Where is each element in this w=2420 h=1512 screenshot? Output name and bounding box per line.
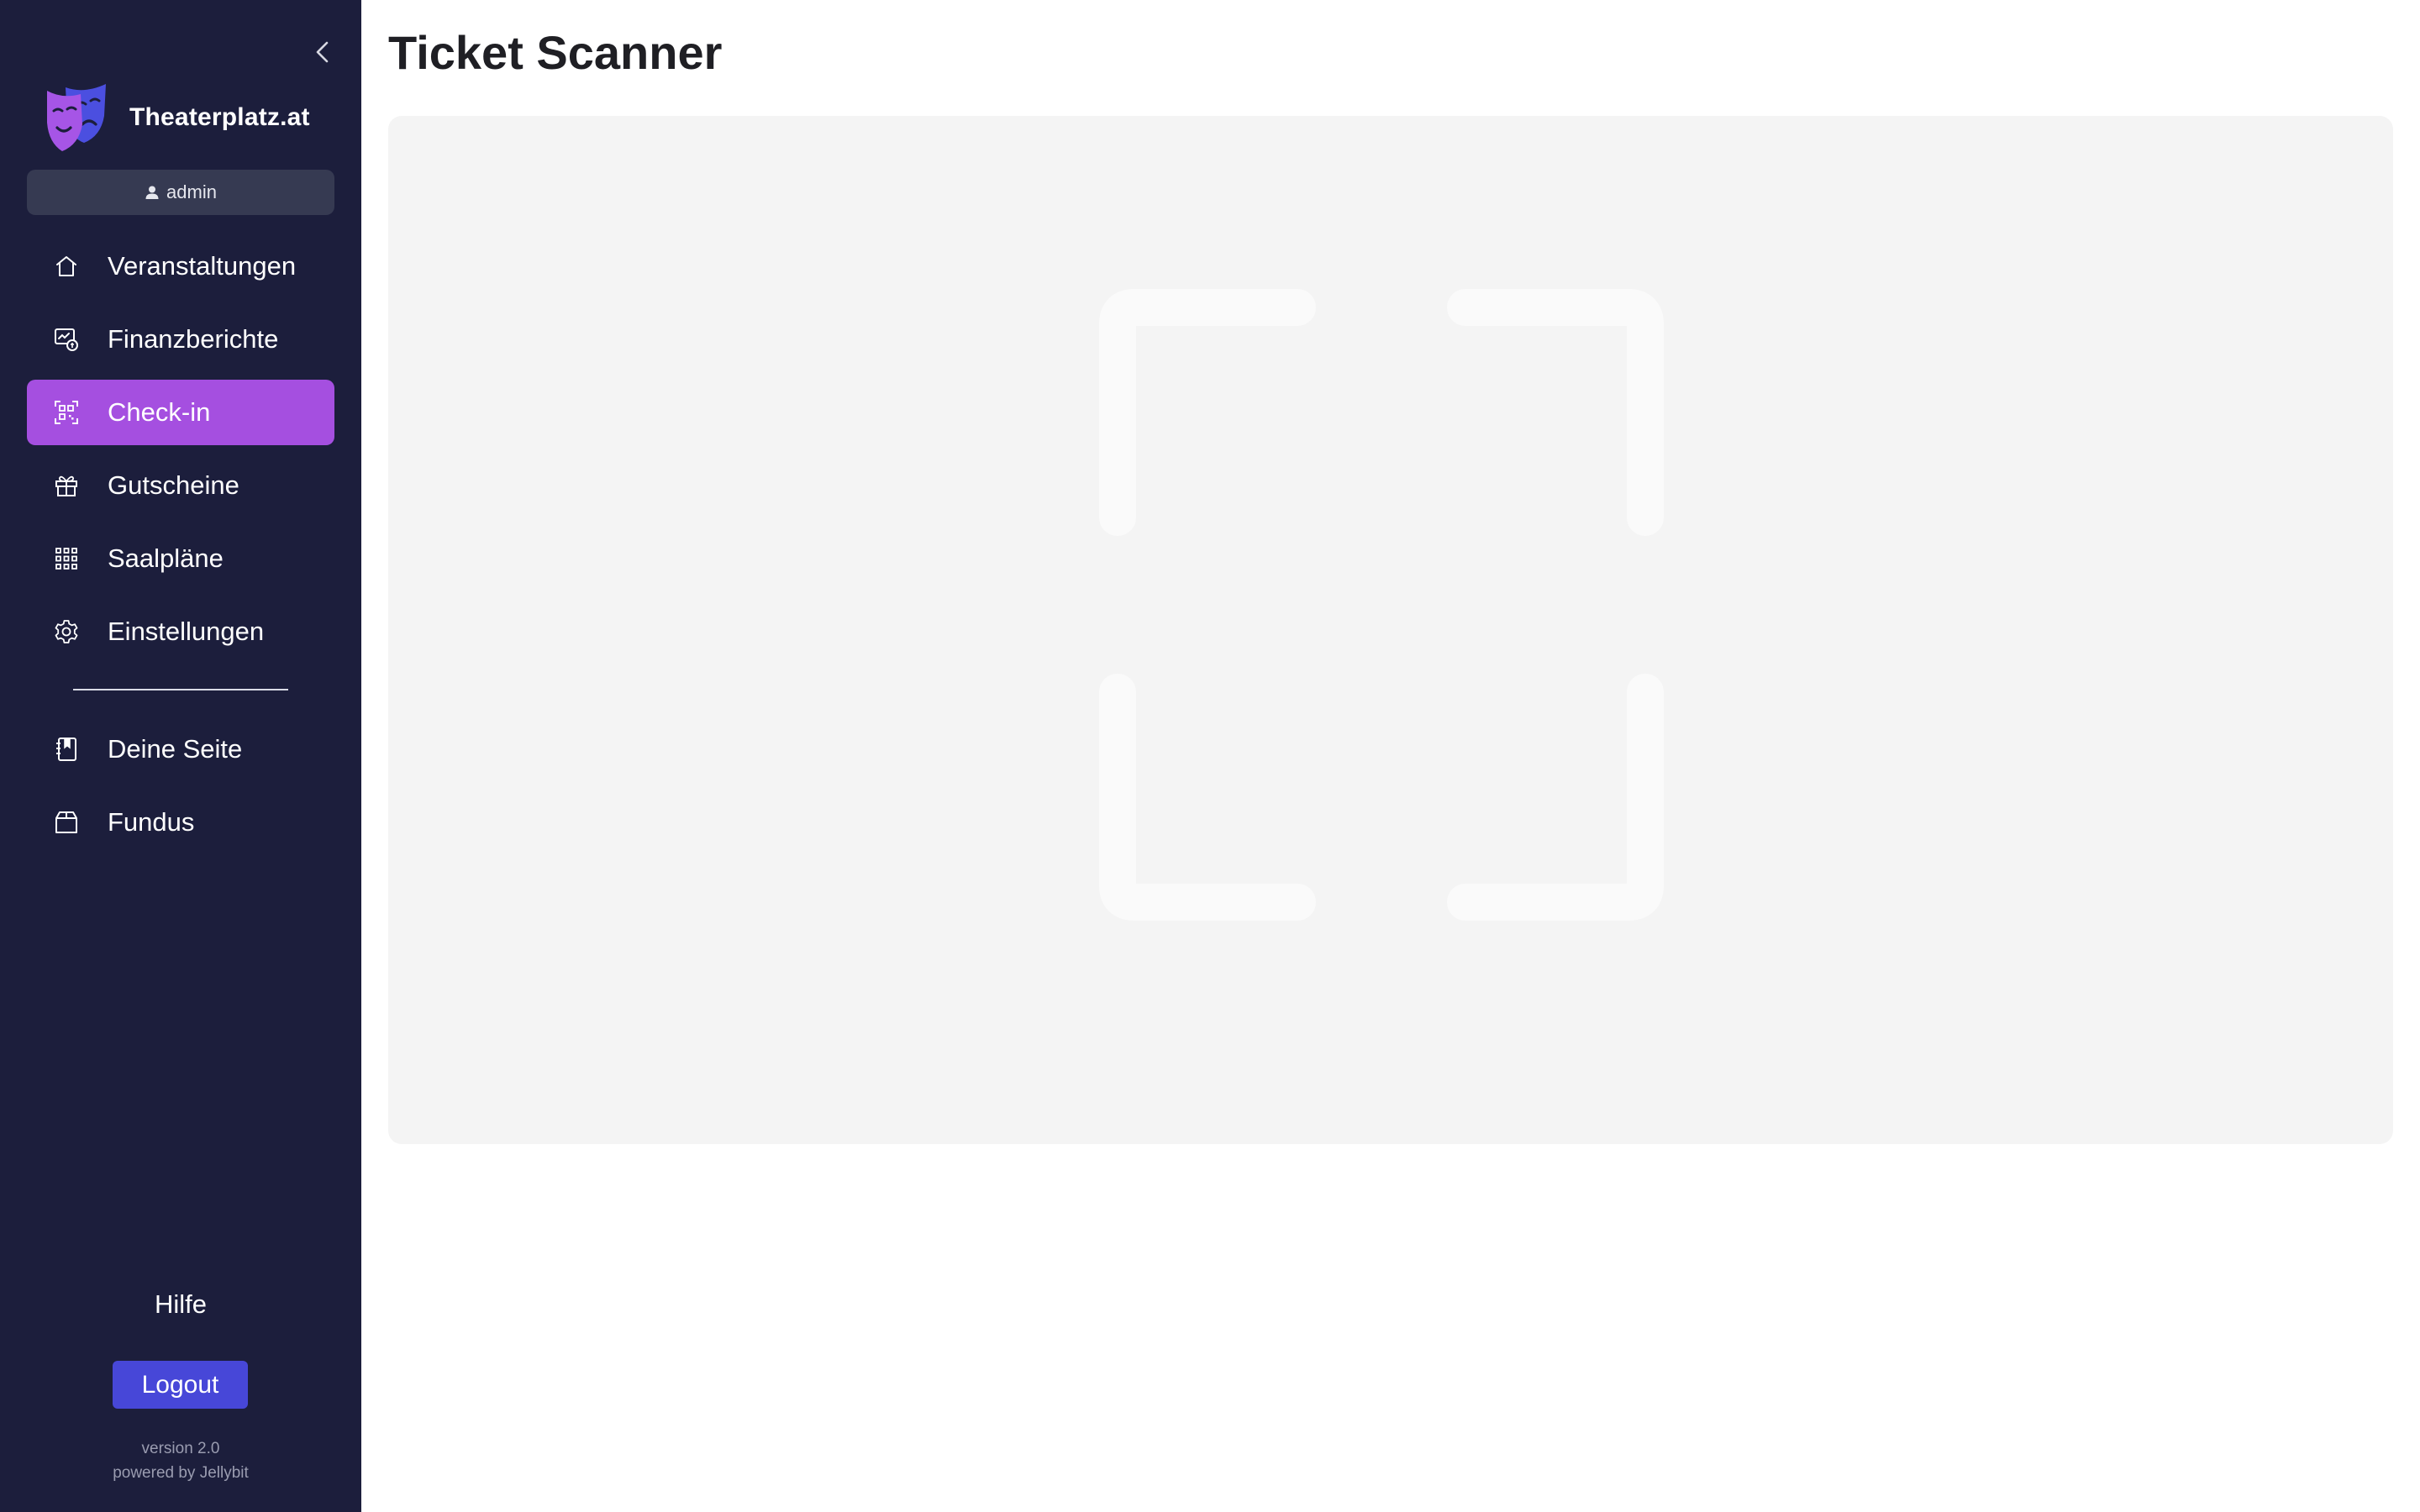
box-icon <box>52 808 81 837</box>
nav-item-fundus[interactable]: Fundus <box>27 790 334 855</box>
nav-item-gutscheine[interactable]: Gutscheine <box>27 453 334 518</box>
nav-item-veranstaltungen[interactable]: Veranstaltungen <box>27 234 334 299</box>
nav-label: Einstellungen <box>108 617 265 646</box>
finance-report-icon <box>52 325 81 354</box>
brand[interactable]: Theaterplatz.at <box>45 81 310 155</box>
version-text: version 2.0 <box>141 1440 220 1457</box>
nav-item-check-in[interactable]: Check-in <box>27 380 334 445</box>
scan-frame-icon <box>1099 289 1664 921</box>
nav-item-finanzberichte[interactable]: Finanzberichte <box>27 307 334 372</box>
gift-icon <box>52 471 81 500</box>
main-nav: Veranstaltungen Finanzberichte Check-in … <box>27 234 334 672</box>
sidebar: Theaterplatz.at admin Veranstaltungen Fi… <box>0 0 361 1512</box>
gear-icon <box>52 617 81 646</box>
nav-item-saalplaene[interactable]: Saalpläne <box>27 526 334 591</box>
app-root: Theaterplatz.at admin Veranstaltungen Fi… <box>0 0 2420 1512</box>
chevron-left-icon <box>316 41 329 63</box>
nav-item-deine-seite[interactable]: Deine Seite <box>27 717 334 782</box>
powered-by-text: powered by Jellybit <box>113 1464 249 1482</box>
nav-label: Fundus <box>108 807 195 837</box>
page-icon <box>52 735 81 764</box>
nav-item-einstellungen[interactable]: Einstellungen <box>27 599 334 664</box>
grid-icon <box>52 544 81 573</box>
user-name: admin <box>166 181 217 202</box>
nav-label: Check-in <box>108 397 211 427</box>
logout-button[interactable]: Logout <box>113 1361 248 1409</box>
nav-label: Gutscheine <box>108 470 239 500</box>
theater-masks-icon <box>47 84 106 151</box>
page-title: Ticket Scanner <box>388 26 723 79</box>
help-link[interactable]: Hilfe <box>0 1289 361 1320</box>
secondary-nav: Deine Seite Fundus <box>27 717 334 863</box>
collapse-sidebar-button[interactable] <box>308 37 338 67</box>
nav-label: Finanzberichte <box>108 324 279 354</box>
nav-label: Saalpläne <box>108 543 224 573</box>
home-icon <box>52 252 81 281</box>
nav-label: Deine Seite <box>108 734 243 764</box>
main-content: Ticket Scanner <box>361 0 2420 1512</box>
user-icon <box>145 186 159 199</box>
brand-name: Theaterplatz.at <box>129 103 310 131</box>
user-badge: admin <box>27 170 334 215</box>
scanner-viewport[interactable] <box>388 116 2393 1144</box>
version-info: version 2.0 powered by Jellybit <box>0 1436 361 1485</box>
nav-label: Veranstaltungen <box>108 251 297 281</box>
qr-scan-icon <box>52 398 81 427</box>
sidebar-divider <box>73 689 288 690</box>
